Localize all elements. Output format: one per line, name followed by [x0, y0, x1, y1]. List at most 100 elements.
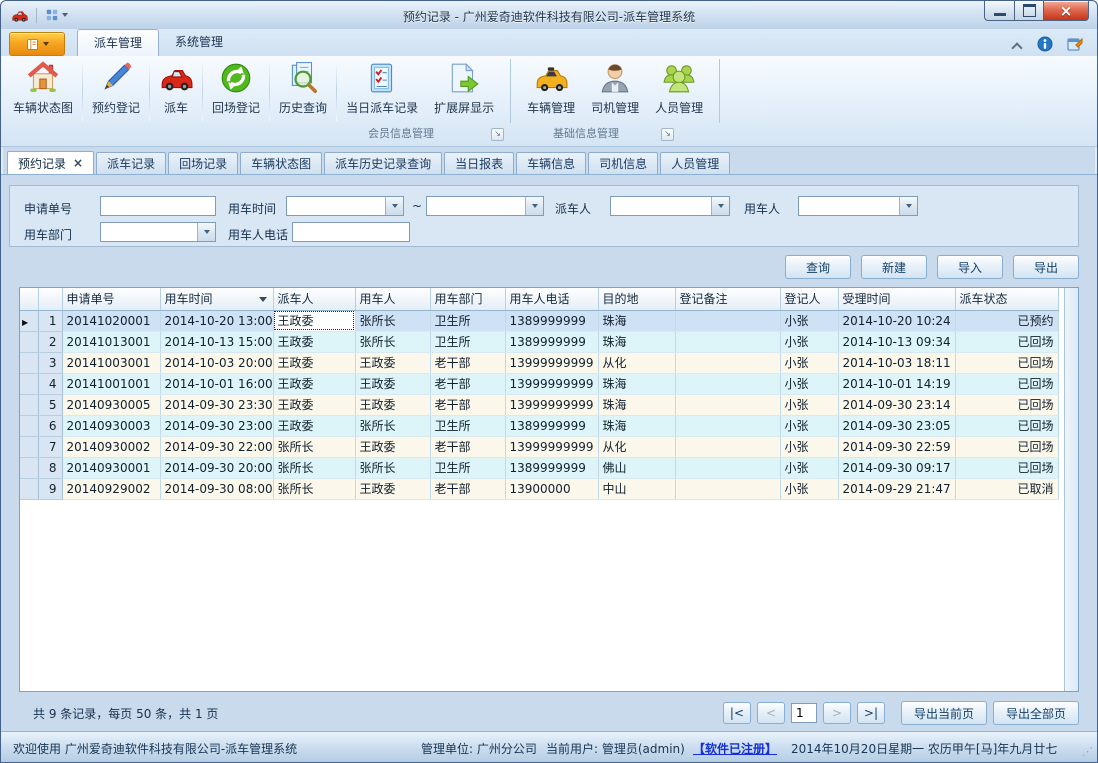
- cell-accepted[interactable]: 2014-09-30 23:14: [838, 394, 955, 415]
- cell-user[interactable]: 张所长: [355, 331, 430, 352]
- column-header-3[interactable]: 用车人: [355, 288, 430, 310]
- cell-phone[interactable]: 13999999999: [505, 394, 598, 415]
- cell-dispatcher[interactable]: 王政委: [273, 331, 355, 352]
- cell-remark[interactable]: [675, 457, 780, 478]
- ribbon-tab-system-manage[interactable]: 系统管理: [159, 29, 239, 56]
- cell-registrar[interactable]: 小张: [780, 310, 838, 331]
- cell-dispatcher[interactable]: 王政委: [273, 415, 355, 436]
- tab-return-records[interactable]: 回场记录: [168, 152, 238, 174]
- table-row[interactable]: 7201409300022014-09-30 22:00张所长王政委老干部139…: [20, 436, 1058, 457]
- return-register-button[interactable]: 回场登记: [204, 59, 268, 123]
- cell-use_time[interactable]: 2014-09-30 23:00: [160, 415, 273, 436]
- row-number-header[interactable]: [38, 288, 62, 310]
- personnel-manage-button[interactable]: 人员管理: [647, 59, 711, 123]
- cell-dest[interactable]: 从化: [598, 352, 675, 373]
- use-time-from-combo[interactable]: [286, 196, 404, 216]
- cell-user[interactable]: 张所长: [355, 415, 430, 436]
- cell-app_no[interactable]: 20140930003: [62, 415, 160, 436]
- cell-use_time[interactable]: 2014-09-30 23:30: [160, 394, 273, 415]
- cell-use_time[interactable]: 2014-10-20 13:00: [160, 310, 273, 331]
- cell-registrar[interactable]: 小张: [780, 436, 838, 457]
- cell-user[interactable]: 王政委: [355, 352, 430, 373]
- vehicle-status-map-button[interactable]: 车辆状态图: [5, 59, 81, 123]
- cell-dispatcher[interactable]: 王政委: [273, 352, 355, 373]
- tab-reservation-records[interactable]: 预约记录×: [7, 151, 94, 174]
- row-selector-cell[interactable]: [20, 352, 38, 373]
- cell-dept[interactable]: 老干部: [430, 373, 505, 394]
- cell-use_time[interactable]: 2014-10-13 15:00: [160, 331, 273, 352]
- cell-dispatcher[interactable]: 张所长: [273, 478, 355, 499]
- column-header-2[interactable]: 派车人: [273, 288, 355, 310]
- cell-dept[interactable]: 卫生所: [430, 310, 505, 331]
- collapse-ribbon-icon[interactable]: [1011, 41, 1023, 51]
- query-button[interactable]: 查询: [785, 255, 851, 279]
- cell-dispatcher[interactable]: 王政委: [273, 394, 355, 415]
- cell-dest[interactable]: 珠海: [598, 394, 675, 415]
- first-page-button[interactable]: |<: [723, 702, 751, 724]
- column-header-9[interactable]: 受理时间: [838, 288, 955, 310]
- tab-personnel-manage[interactable]: 人员管理: [660, 152, 730, 174]
- tab-dispatch-records[interactable]: 派车记录: [96, 152, 166, 174]
- row-selector-cell[interactable]: [20, 394, 38, 415]
- cell-phone[interactable]: 13999999999: [505, 436, 598, 457]
- history-query-button[interactable]: 历史查询: [271, 59, 335, 123]
- table-row[interactable]: 8201409300012014-09-30 20:00张所长张所长卫生所138…: [20, 457, 1058, 478]
- cell-user[interactable]: 王政委: [355, 478, 430, 499]
- cell-dept[interactable]: 老干部: [430, 352, 505, 373]
- cell-remark[interactable]: [675, 415, 780, 436]
- cell-phone[interactable]: 1389999999: [505, 310, 598, 331]
- cell-app_no[interactable]: 20140930005: [62, 394, 160, 415]
- row-selector-cell[interactable]: [20, 436, 38, 457]
- cell-dept[interactable]: 卫生所: [430, 457, 505, 478]
- cell-user[interactable]: 张所长: [355, 457, 430, 478]
- cell-dest[interactable]: 珠海: [598, 415, 675, 436]
- cell-phone[interactable]: 1389999999: [505, 331, 598, 352]
- about-window-icon[interactable]: [1067, 36, 1083, 55]
- cell-registrar[interactable]: 小张: [780, 331, 838, 352]
- row-selector-cell[interactable]: [20, 331, 38, 352]
- row-selector-cell[interactable]: [20, 373, 38, 394]
- cell-user[interactable]: 张所长: [355, 310, 430, 331]
- column-header-6[interactable]: 目的地: [598, 288, 675, 310]
- tab-vehicle-status-map[interactable]: 车辆状态图: [240, 152, 322, 174]
- cell-registrar[interactable]: 小张: [780, 394, 838, 415]
- cell-registrar[interactable]: 小张: [780, 457, 838, 478]
- column-header-1[interactable]: 用车时间: [160, 288, 273, 310]
- cell-accepted[interactable]: 2014-10-13 09:34: [838, 331, 955, 352]
- dialog-launcher-icon[interactable]: [491, 128, 504, 141]
- column-header-0[interactable]: 申请单号: [62, 288, 160, 310]
- tab-daily-report[interactable]: 当日报表: [444, 152, 514, 174]
- row-selector-cell[interactable]: [20, 457, 38, 478]
- sort-filter-icon[interactable]: [259, 297, 267, 302]
- next-page-button[interactable]: >: [823, 702, 851, 724]
- driver-manage-button[interactable]: 司机管理: [583, 59, 647, 123]
- combo-dropdown-icon[interactable]: [711, 197, 729, 215]
- cell-dest[interactable]: 珠海: [598, 331, 675, 352]
- cell-dept[interactable]: 卫生所: [430, 331, 505, 352]
- cell-dept[interactable]: 老干部: [430, 436, 505, 457]
- cell-dest[interactable]: 从化: [598, 436, 675, 457]
- combo-dropdown-icon[interactable]: [899, 197, 917, 215]
- resize-grip[interactable]: ⋰: [1082, 745, 1093, 758]
- cell-app_no[interactable]: 20140930001: [62, 457, 160, 478]
- dispatch-button[interactable]: 派车: [151, 59, 201, 123]
- cell-status[interactable]: 已回场: [955, 436, 1058, 457]
- cell-status[interactable]: 已回场: [955, 394, 1058, 415]
- cell-remark[interactable]: [675, 331, 780, 352]
- cell-remark[interactable]: [675, 352, 780, 373]
- row-selector-cell[interactable]: ▶: [20, 310, 38, 331]
- cell-dispatcher[interactable]: 张所长: [273, 457, 355, 478]
- use-time-to-combo[interactable]: [426, 196, 544, 216]
- app-menu-button[interactable]: [9, 32, 65, 56]
- reservation-register-button[interactable]: 预约登记: [84, 59, 148, 123]
- table-row[interactable]: ▶1201410200012014-10-20 13:00王政委张所长卫生所13…: [20, 310, 1058, 331]
- cell-use_time[interactable]: 2014-09-30 22:00: [160, 436, 273, 457]
- prev-page-button[interactable]: <: [757, 702, 785, 724]
- table-row[interactable]: 5201409300052014-09-30 23:30王政委王政委老干部139…: [20, 394, 1058, 415]
- column-header-5[interactable]: 用车人电话: [505, 288, 598, 310]
- table-row[interactable]: 4201410010012014-10-01 16:00王政委王政委老干部139…: [20, 373, 1058, 394]
- cell-registrar[interactable]: 小张: [780, 478, 838, 499]
- column-header-7[interactable]: 登记备注: [675, 288, 780, 310]
- cell-registrar[interactable]: 小张: [780, 415, 838, 436]
- phone-input[interactable]: [292, 222, 410, 242]
